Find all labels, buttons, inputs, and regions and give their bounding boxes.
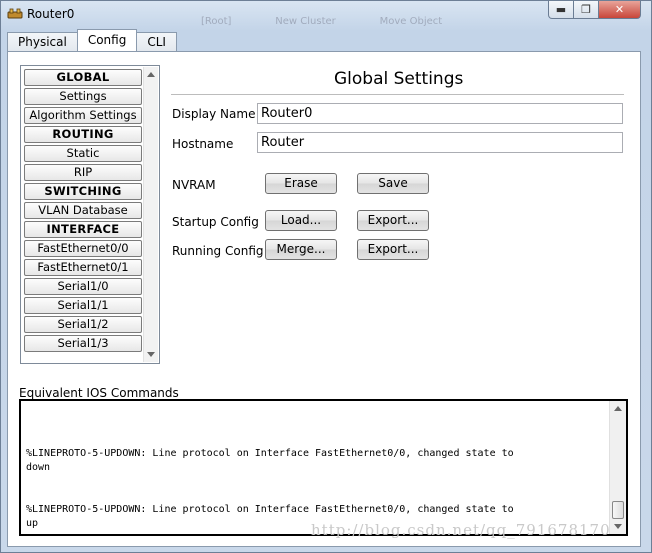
scroll-down-arrow-icon[interactable]: [147, 352, 155, 357]
ghost-text-move: Move Object: [379, 16, 443, 27]
title-divider: [171, 94, 624, 95]
hostname-label: Hostname: [172, 137, 234, 151]
background-ghost-text: [Root] New Cluster Move Object: [201, 13, 501, 27]
minimize-icon: ▬: [555, 3, 567, 16]
console-scrollbar[interactable]: [609, 401, 626, 534]
ghost-text-root: [Root]: [201, 16, 232, 27]
sidebar-item-serial1-2[interactable]: Serial1/2: [24, 316, 142, 333]
sidebar-scrollbar[interactable]: [143, 67, 158, 362]
sidebar-item-serial1-1[interactable]: Serial1/1: [24, 297, 142, 314]
tab-physical[interactable]: Physical: [7, 32, 78, 51]
window-title: Router0: [27, 7, 75, 21]
tab-config[interactable]: Config: [76, 29, 138, 51]
ios-commands-label: Equivalent IOS Commands: [19, 386, 179, 400]
maximize-icon: ❐: [581, 3, 591, 16]
hostname-field[interactable]: Router: [257, 132, 623, 153]
close-button[interactable]: ✕: [598, 1, 641, 19]
sidebar-item-settings[interactable]: Settings: [24, 88, 142, 105]
sidebar-header-global: GLOBAL: [24, 69, 142, 86]
sidebar-item-algorithm-settings[interactable]: Algorithm Settings: [24, 107, 142, 124]
minimize-button[interactable]: ▬: [548, 1, 574, 19]
display-name-label: Display Name: [172, 107, 256, 121]
startup-export-button[interactable]: Export...: [357, 210, 429, 231]
sidebar-header-routing: ROUTING: [24, 126, 142, 143]
startup-config-label: Startup Config: [172, 215, 259, 229]
running-export-button[interactable]: Export...: [357, 239, 429, 260]
console-scroll-thumb[interactable]: [612, 501, 624, 519]
ios-commands-text: %LINEPROTO-5-UPDOWN: Line protocol on In…: [26, 448, 514, 529]
page-title: Global Settings: [334, 69, 464, 89]
close-icon: ✕: [614, 3, 625, 16]
sidebar-item-vlan-database[interactable]: VLAN Database: [24, 202, 142, 219]
maximize-button[interactable]: ❐: [573, 1, 599, 19]
scroll-up-arrow-icon[interactable]: [147, 72, 155, 77]
config-sidebar: GLOBAL Settings Algorithm Settings ROUTING S…: [20, 65, 160, 364]
load-button[interactable]: Load...: [265, 210, 337, 231]
running-config-label: Running Config: [172, 244, 264, 258]
sidebar-item-static[interactable]: Static: [24, 145, 142, 162]
console-scroll-down-icon[interactable]: [614, 524, 622, 529]
console-scroll-up-icon[interactable]: [614, 406, 622, 411]
tab-cli[interactable]: CLI: [136, 32, 177, 51]
merge-button[interactable]: Merge...: [265, 239, 337, 260]
nvram-label: NVRAM: [172, 178, 216, 192]
save-button[interactable]: Save: [357, 173, 429, 194]
title-bar[interactable]: Router0 [Root] New Cluster Move Object ▬…: [1, 1, 651, 29]
sidebar-item-fastethernet0-1[interactable]: FastEthernet0/1: [24, 259, 142, 276]
sidebar-item-serial1-0[interactable]: Serial1/0: [24, 278, 142, 295]
tab-strip: Physical Config CLI: [7, 29, 177, 52]
erase-button[interactable]: Erase: [265, 173, 337, 194]
sidebar-item-fastethernet0-0[interactable]: FastEthernet0/0: [24, 240, 142, 257]
display-name-field[interactable]: Router0: [257, 103, 623, 124]
window-controls: ▬ ❐ ✕: [548, 1, 641, 20]
router-app-icon: [7, 8, 23, 19]
ios-commands-console[interactable]: %LINEPROTO-5-UPDOWN: Line protocol on In…: [19, 399, 628, 536]
router-config-window: Router0 [Root] New Cluster Move Object ▬…: [0, 0, 652, 553]
ghost-text-cluster: New Cluster: [275, 16, 336, 27]
sidebar-header-interface: INTERFACE: [24, 221, 142, 238]
sidebar-header-switching: SWITCHING: [24, 183, 142, 200]
watermark-text: http://blog.csdn.net/qq_791678170: [311, 521, 611, 539]
sidebar-item-rip[interactable]: RIP: [24, 164, 142, 181]
sidebar-item-serial1-3[interactable]: Serial1/3: [24, 335, 142, 352]
